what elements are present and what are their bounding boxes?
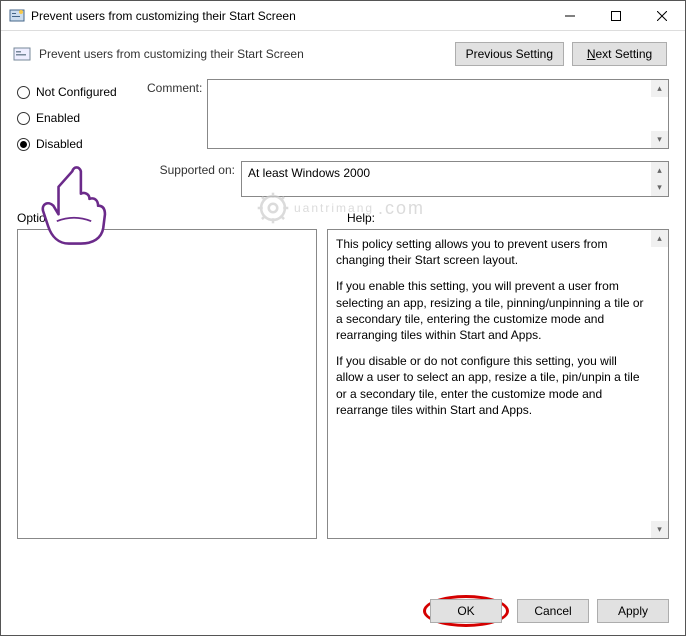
cancel-button[interactable]: Cancel: [517, 599, 589, 623]
scroll-up-icon[interactable]: ▴: [651, 80, 668, 97]
scroll-down-icon[interactable]: ▾: [651, 131, 668, 148]
scroll-down-icon[interactable]: ▾: [651, 521, 668, 538]
radio-icon: [17, 86, 30, 99]
policy-name: Prevent users from customizing their Sta…: [39, 47, 455, 61]
fields-column: Comment: ▴ ▾ Supported on: At least Wind…: [147, 79, 669, 197]
window-title: Prevent users from customizing their Sta…: [31, 9, 547, 23]
help-label: Help:: [327, 211, 669, 225]
maximize-button[interactable]: [593, 1, 639, 30]
window-controls: [547, 1, 685, 30]
scroll-up-icon[interactable]: ▴: [651, 162, 668, 179]
apply-button[interactable]: Apply: [597, 599, 669, 623]
section-labels: Options: Help:: [1, 197, 685, 229]
close-button[interactable]: [639, 1, 685, 30]
policy-icon: [9, 8, 25, 24]
scroll-up-icon[interactable]: ▴: [651, 230, 668, 247]
policy-editor-window: Prevent users from customizing their Sta…: [0, 0, 686, 636]
help-paragraph: This policy setting allows you to preven…: [336, 236, 646, 268]
comment-textarea[interactable]: ▴ ▾: [207, 79, 669, 149]
radio-icon: [17, 112, 30, 125]
radio-enabled[interactable]: Enabled: [17, 111, 147, 125]
scroll-down-icon[interactable]: ▾: [651, 179, 668, 196]
radio-label: Disabled: [36, 137, 83, 151]
supported-field-row: Supported on: At least Windows 2000 ▴ ▾: [147, 161, 669, 197]
comment-field-row: Comment: ▴ ▾: [147, 79, 669, 149]
ok-button[interactable]: OK: [430, 599, 502, 623]
supported-on-label: Supported on:: [147, 161, 241, 177]
header-row: Prevent users from customizing their Sta…: [1, 31, 685, 71]
minimize-button[interactable]: [547, 1, 593, 30]
options-panel: [17, 229, 317, 539]
previous-setting-button[interactable]: Previous Setting: [455, 42, 564, 66]
supported-on-textarea: At least Windows 2000 ▴ ▾: [241, 161, 669, 197]
options-label: Options:: [17, 211, 327, 225]
radio-disabled[interactable]: Disabled: [17, 137, 147, 151]
main-area: Not Configured Enabled Disabled Comment:…: [1, 71, 685, 197]
ok-highlight-annotation: OK: [423, 595, 509, 627]
titlebar: Prevent users from customizing their Sta…: [1, 1, 685, 31]
radio-not-configured[interactable]: Not Configured: [17, 85, 147, 99]
policy-item-icon: [13, 45, 31, 63]
comment-label: Comment:: [147, 79, 207, 95]
radio-label: Enabled: [36, 111, 80, 125]
radio-icon: [17, 138, 30, 151]
next-setting-button[interactable]: Next Setting: [572, 42, 667, 66]
state-radio-group: Not Configured Enabled Disabled: [17, 79, 147, 197]
help-paragraph: If you disable or do not configure this …: [336, 353, 646, 418]
help-paragraph: If you enable this setting, you will pre…: [336, 278, 646, 343]
help-panel: This policy setting allows you to preven…: [327, 229, 669, 539]
bottom-panels: This policy setting allows you to preven…: [1, 229, 685, 539]
nav-buttons: Previous Setting Next Setting: [455, 42, 667, 66]
radio-label: Not Configured: [36, 85, 117, 99]
footer-buttons: OK Cancel Apply: [423, 595, 669, 627]
